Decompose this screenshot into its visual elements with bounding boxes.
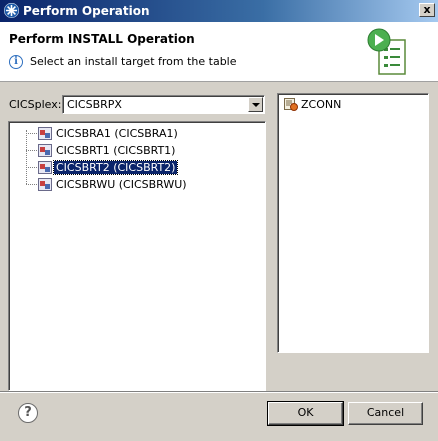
app-icon xyxy=(4,3,19,18)
ok-button[interactable]: OK xyxy=(267,401,344,426)
tree-item-region[interactable]: CICSBRWU (CICSBRWU) xyxy=(9,177,259,193)
footer-separator xyxy=(0,391,438,393)
resource-list[interactable]: ZCONN xyxy=(277,93,429,353)
tree-item-region[interactable]: CICSBRA1 (CICSBRA1) xyxy=(9,126,259,142)
page-title: Perform INSTALL Operation xyxy=(9,32,195,46)
cics-region-icon xyxy=(38,161,52,174)
tree-item-region-selected[interactable]: CICSBRT2 (CICSBRT2) xyxy=(9,160,259,176)
tree-item-label: CICSBRT1 (CICSBRT1) xyxy=(56,144,176,157)
close-button[interactable]: x xyxy=(419,3,435,17)
tree-item-label: CICSBRA1 (CICSBRA1) xyxy=(56,127,178,140)
chevron-down-icon[interactable] xyxy=(248,97,263,112)
target-region-tree[interactable]: CICSBRA1 (CICSBRA1) CICSBRT1 (CICSBRT1) … xyxy=(8,121,266,391)
cancel-button[interactable]: Cancel xyxy=(348,402,423,425)
operation-wizard-icon xyxy=(367,28,406,75)
cics-region-icon xyxy=(38,178,52,191)
cicsplex-selected-value: CICSBRPX xyxy=(67,98,122,111)
tree-item-label: CICSBRWU (CICSBRWU) xyxy=(56,178,187,191)
help-icon[interactable]: ? xyxy=(18,403,38,423)
header-message: Select an install target from the table xyxy=(30,55,237,68)
window-title: Perform Operation xyxy=(23,4,150,18)
title-bar[interactable]: Perform Operation x xyxy=(0,0,438,22)
resource-label: ZCONN xyxy=(301,98,342,111)
cicsplex-dropdown[interactable]: CICSBRPX xyxy=(62,95,265,114)
cics-region-icon xyxy=(38,144,52,157)
wizard-header: Perform INSTALL Operation i Select an in… xyxy=(0,22,438,82)
tree-item-region[interactable]: CICSBRT1 (CICSBRT1) xyxy=(9,143,259,159)
info-icon: i xyxy=(9,55,23,69)
cics-region-icon xyxy=(38,127,52,140)
connection-icon xyxy=(284,98,298,111)
tree-item-label: CICSBRT2 (CICSBRT2) xyxy=(52,160,179,175)
cicsplex-label: CICSplex: xyxy=(9,98,62,111)
